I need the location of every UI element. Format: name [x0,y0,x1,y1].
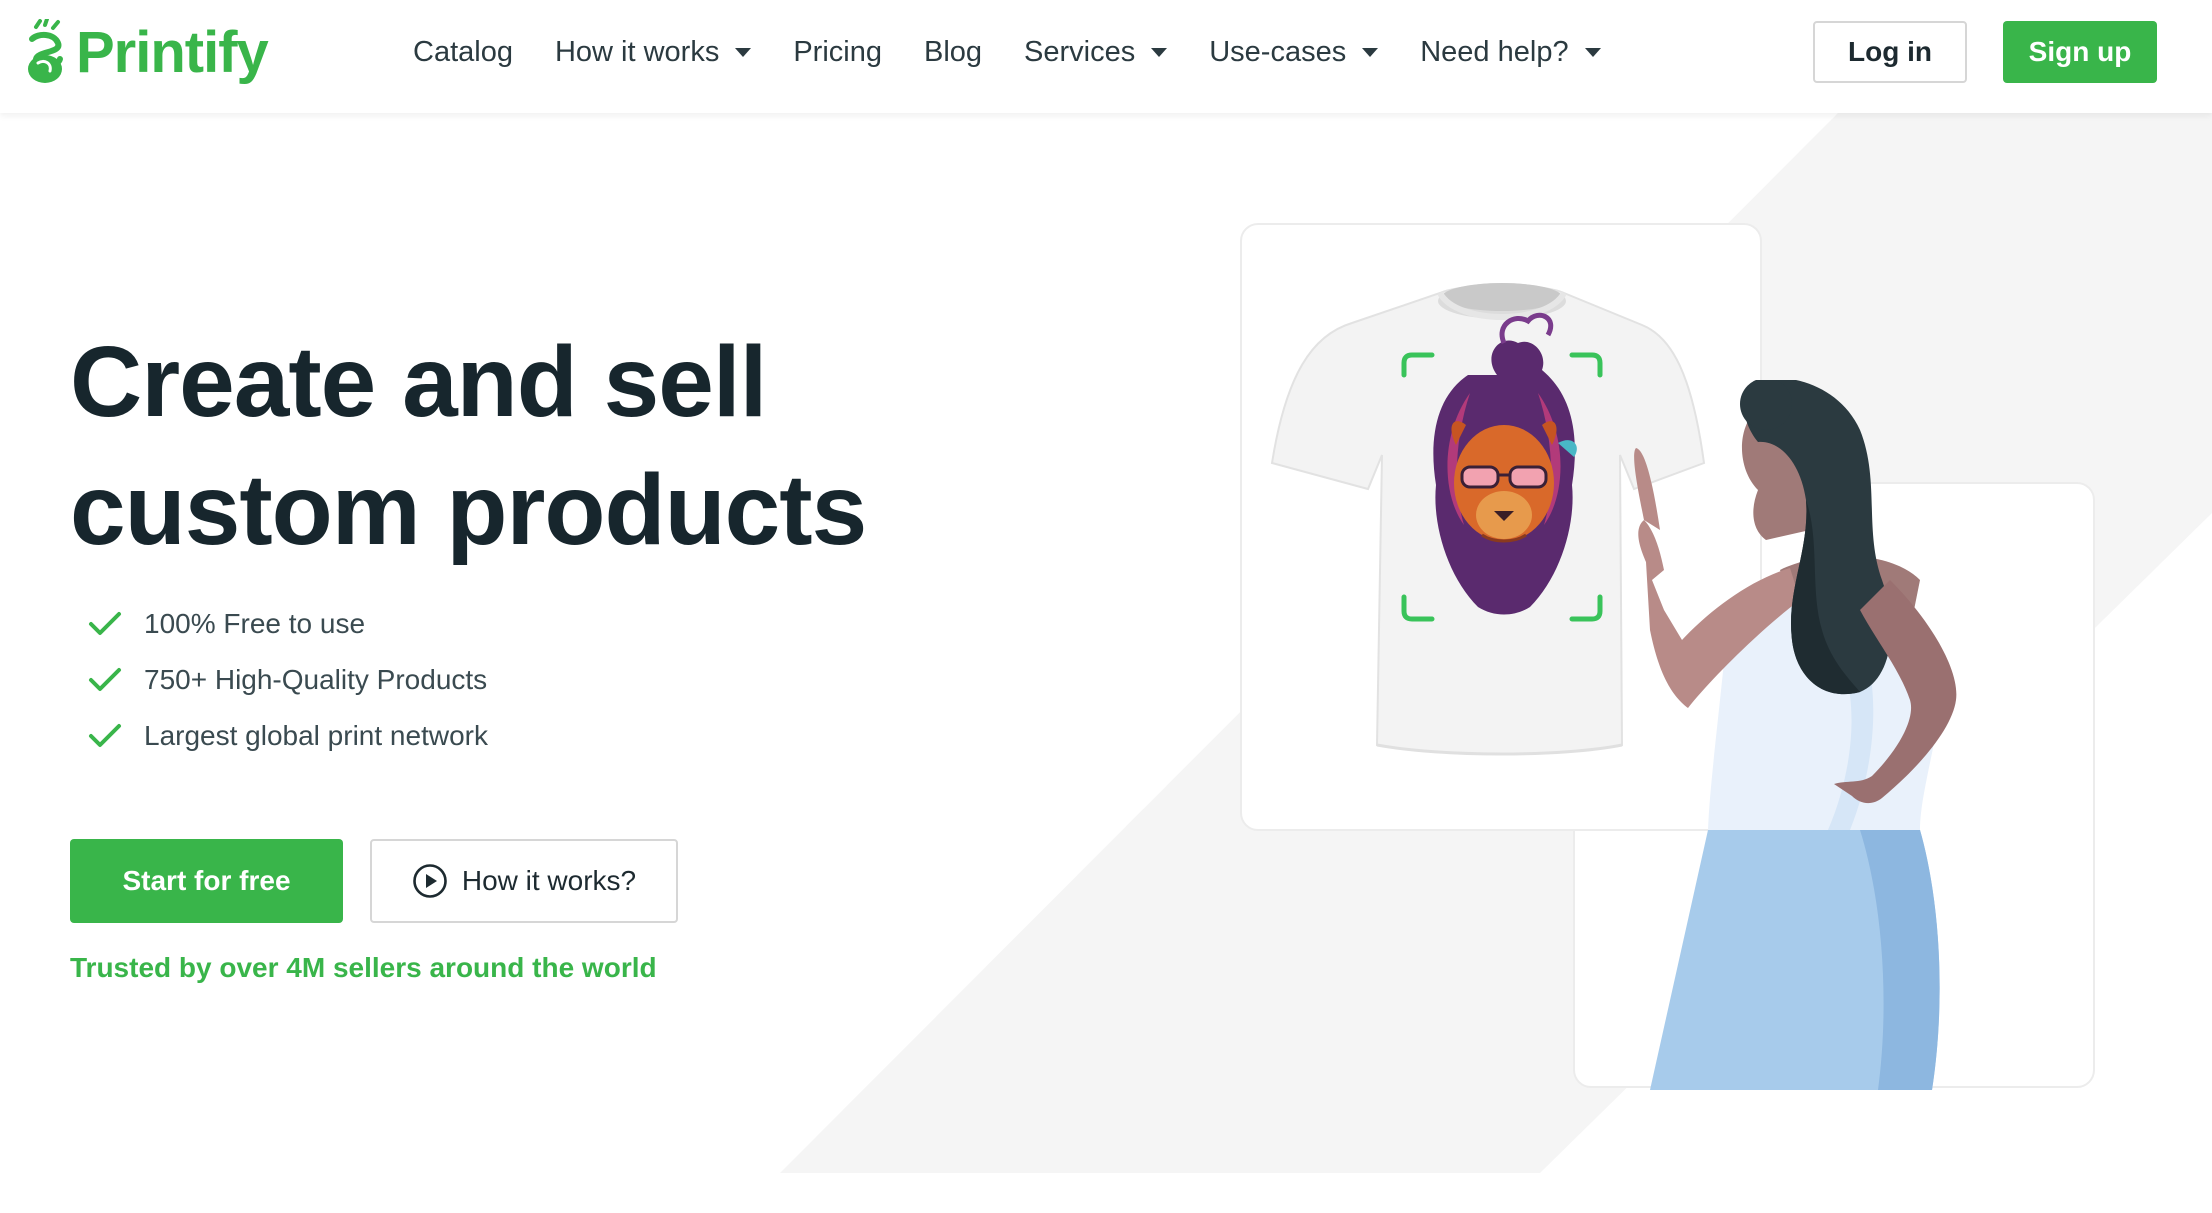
nav-item-blog[interactable]: Blog [924,36,982,69]
nav-item-label: Catalog [413,36,513,68]
hero-title: Create and sell custom products [70,318,970,574]
start-for-free-button[interactable]: Start for free [70,839,343,923]
feature-label: 750+ High-Quality Products [144,664,488,695]
check-icon [89,668,121,691]
nav-item-catalog[interactable]: Catalog [413,36,513,69]
feature-item: Largest global print network [88,708,488,764]
nav-item-label: How it works [554,36,720,68]
feature-list: 100% Free to use 750+ High-Quality Produ… [88,596,488,764]
chevron-down-icon [1362,48,1379,57]
feature-label: 100% Free to use [144,608,366,639]
feature-item: 750+ High-Quality Products [88,652,488,708]
nav-item-label: Services [1024,36,1136,68]
nav-item-label: Need help? [1420,36,1569,68]
nav-item-label: Blog [923,36,983,68]
chevron-down-icon [1584,48,1601,57]
woman-illustration [1634,380,1957,1090]
main-nav: Catalog How it works Pricing Blog Servic… [413,0,1643,105]
site-header: Printify Catalog How it works Pricing Bl… [0,0,2212,113]
chevron-down-icon [735,48,752,57]
nav-item-how-it-works[interactable]: How it works [554,36,752,69]
nav-item-label: Pricing [793,36,882,68]
feature-label: Largest global print network [144,720,488,751]
check-icon [89,724,121,747]
chevron-down-icon [1151,48,1168,57]
feature-item: 100% Free to use [88,596,488,652]
nav-item-use-cases[interactable]: Use-cases [1209,36,1379,69]
hero-title-line-2: custom products [70,454,867,566]
nav-item-need-help[interactable]: Need help? [1420,36,1601,69]
hero-title-line-1: Create and sell [70,326,767,438]
logo[interactable]: Printify [24,16,269,88]
nav-item-pricing[interactable]: Pricing [793,36,882,69]
logo-text: Printify [76,19,269,85]
check-icon [89,612,121,635]
signup-button[interactable]: Sign up [2003,21,2157,83]
play-circle-icon [413,864,447,898]
how-it-works-label: How it works? [461,865,637,896]
nav-item-label: Use-cases [1209,36,1347,68]
login-button[interactable]: Log in [1813,21,1967,83]
how-it-works-button[interactable]: How it works? [370,839,678,923]
nav-item-services[interactable]: Services [1024,36,1168,69]
printify-logo-icon [28,19,63,83]
trusted-text: Trusted by over 4M sellers around the wo… [70,952,657,983]
